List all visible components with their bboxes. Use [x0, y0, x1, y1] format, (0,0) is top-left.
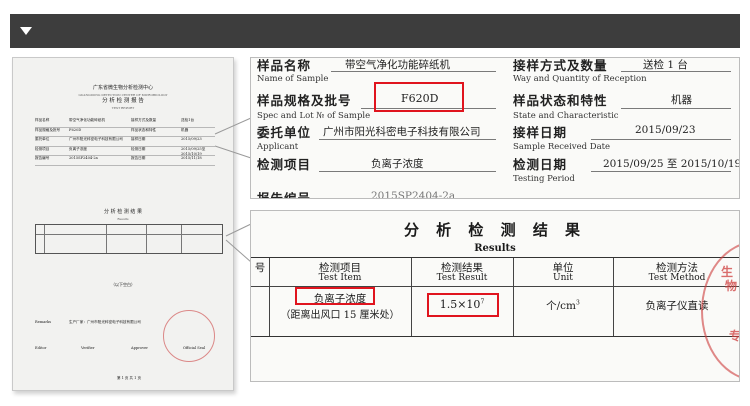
spec-report-no-label: 报告编号: [257, 191, 312, 199]
thumb-row: 样品规格及批号 F620D 样品状态和特性 机器: [35, 128, 215, 137]
results-unit-exp: 3: [576, 299, 580, 307]
spec-period-en: Testing Period: [513, 174, 575, 184]
spec-received-en: Sample Received Date: [513, 142, 611, 152]
spec-reception-value: 送检 1 台: [643, 59, 688, 71]
spec-applicant-label: 委托单位: [257, 125, 312, 140]
spec-state-label: 样品状态和特性: [513, 93, 608, 108]
spec-name-value: 带空气净化功能碎纸机: [345, 59, 450, 71]
results-unit-base: 个/cm: [546, 300, 577, 312]
thumb-report-title: 分 析 检 测 报 告: [102, 98, 144, 104]
thumb-remarks-text: 生产厂家：广州市阳光科密电子科技有限公司: [69, 320, 141, 324]
highlight-item-box: [295, 287, 375, 305]
thumb-results-en: Results: [117, 217, 129, 221]
thumb-report-title-en: TEST REPORT: [111, 106, 135, 110]
thumb-results-table: [35, 224, 223, 254]
spec-reception-label: 接样方式及数量: [513, 58, 608, 73]
thumb-sign-approver: Approver: [131, 346, 148, 350]
thumb-row: 委托单位 广州市阳光科密电子科技有限公司 接样日期 2015/09/23: [35, 137, 215, 147]
results-unit-value: 个/cm3: [513, 298, 613, 313]
spec-applicant-en: Applicant: [257, 142, 299, 152]
thumb-org: 广东省微生物分析检测中心: [92, 85, 153, 91]
spec-name-en: Name of Sample: [257, 74, 329, 84]
thumb-footer-blank: （以下空白）: [111, 282, 135, 287]
results-header-unit-en: Unit: [553, 273, 573, 283]
spec-name-label: 样品名称: [257, 58, 312, 73]
results-subtitle: Results: [474, 243, 516, 254]
spec-report-no-value: 2015SP2404-2a: [371, 190, 456, 199]
thumb-sign-verifier: Verifier: [81, 346, 95, 350]
results-header-item-en: Test Item: [318, 273, 362, 283]
seal-glyph-2: 物: [725, 279, 738, 293]
zoom-specification-panel: 样品名称 带空气净化功能碎纸机 接样方式及数量 送检 1 台 Name of S…: [250, 57, 740, 199]
results-item-note: （距离出风口 15 厘米处）: [280, 310, 400, 321]
spec-period-label: 检测日期: [513, 157, 568, 172]
section-header-bar: [10, 14, 740, 48]
spec-model-label: 样品规格及批号: [257, 93, 352, 108]
thumb-official-seal: [163, 310, 215, 362]
spec-received-label: 接样日期: [513, 125, 568, 140]
thumb-row: 检测项目 负离子浓度 检测日期 2015/09/25至2015/10/19: [35, 147, 215, 156]
thumb-page-number: 第 1 页 共 1 页: [116, 376, 142, 380]
spec-test-item-value: 负离子浓度: [371, 158, 424, 170]
thumb-row: 样品名称 带空气净化功能碎纸机 接样方式及数量 送检1台: [35, 118, 215, 128]
seal-glyph-3: 专: [729, 329, 740, 343]
thumb-results-title: 分 析 检 测 结 果: [104, 209, 142, 215]
spec-reception-en: Way and Quantity of Reception: [513, 74, 647, 84]
thumb-row: 报告编号 2015SP2404-2a 报告日期 2015/11/18: [35, 156, 215, 166]
thumb-remarks: Remarks: [35, 320, 52, 324]
spec-period-value: 2015/09/25 至 2015/10/19: [603, 158, 740, 170]
thumb-info-rows: 样品名称 带空气净化功能碎纸机 接样方式及数量 送检1台 样品规格及批号 F620D …: [35, 118, 215, 166]
thumb-sign-editor: Editor: [35, 346, 47, 350]
highlight-result-box: [427, 293, 499, 317]
report-thumbnail: 广东省微生物分析检测中心 GUANGDONG DETECTION CENTER …: [12, 57, 234, 391]
results-col0-header: 号: [254, 262, 266, 274]
spec-received-value: 2015/09/23: [635, 124, 696, 136]
spec-state-value: 机器: [671, 94, 692, 106]
collapse-arrow-icon[interactable]: [20, 27, 32, 35]
spec-state-en: State and Characteristic: [513, 111, 619, 121]
highlight-model-box: [374, 82, 464, 112]
zoom-results-panel: 分 析 检 测 结 果 Results 号 检测项目 Test Item 检测结…: [250, 210, 740, 382]
results-title: 分 析 检 测 结 果: [403, 221, 587, 239]
results-header-result-en: Test Result: [436, 273, 488, 283]
spec-model-en: Spec and Lot № of Sample: [257, 111, 371, 121]
spec-applicant-value: 广州市阳光科密电子科技有限公司: [323, 126, 481, 138]
spec-test-item-label: 检测项目: [257, 157, 312, 172]
